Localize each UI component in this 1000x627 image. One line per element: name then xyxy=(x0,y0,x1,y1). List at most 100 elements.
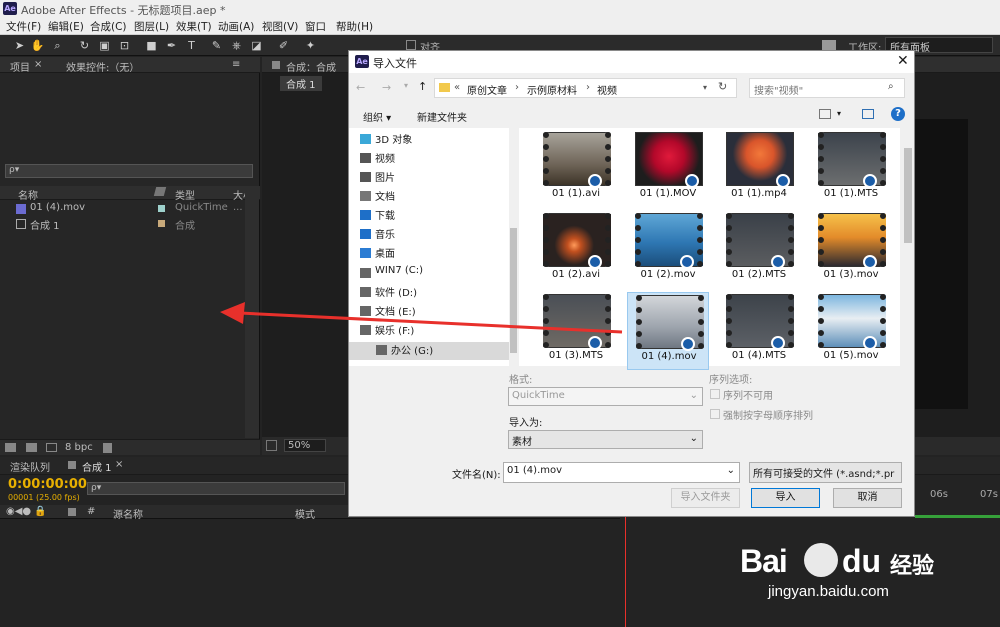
menu-file[interactable]: 文件(F) xyxy=(6,19,41,34)
puppet-tool-icon[interactable]: ✦ xyxy=(303,38,318,53)
up-icon[interactable]: ↑ xyxy=(418,80,427,93)
selection-tool-icon[interactable]: ➤ xyxy=(12,38,27,53)
file-item[interactable]: 01 (1).MOV xyxy=(627,130,709,208)
view-dropdown-icon[interactable]: ▾ xyxy=(837,109,841,118)
menu-view[interactable]: 视图(V) xyxy=(262,19,298,34)
tab-project-close-icon[interactable]: × xyxy=(34,59,42,70)
address-dropdown-icon[interactable]: ▾ xyxy=(703,83,707,92)
menu-composition[interactable]: 合成(C) xyxy=(90,19,127,34)
cancel-button[interactable]: 取消 xyxy=(833,488,902,508)
current-time-indicator[interactable] xyxy=(625,507,626,627)
timeline-search-input[interactable]: ρ▾ xyxy=(87,482,345,495)
brush-tool-icon[interactable]: ✎ xyxy=(209,38,224,53)
nav-item[interactable]: 图片 xyxy=(360,169,395,187)
new-folder-button[interactable]: 新建文件夹 xyxy=(417,109,467,124)
tab-project[interactable]: 项目 xyxy=(10,59,30,74)
menu-edit[interactable]: 编辑(E) xyxy=(48,19,84,34)
search-input[interactable]: 搜索"视频" ⌕ xyxy=(749,78,905,98)
col-type[interactable]: 类型 xyxy=(175,187,195,202)
filename-input[interactable]: 01 (4).mov ⌄ xyxy=(503,462,740,483)
file-scrollbar[interactable] xyxy=(902,128,914,366)
bit-depth[interactable]: 8 bpc xyxy=(65,442,93,453)
file-item[interactable]: 01 (2).MTS xyxy=(718,211,800,289)
import-button[interactable]: 导入 xyxy=(751,488,820,508)
file-item[interactable]: 01 (4).MTS xyxy=(718,292,800,370)
forward-icon[interactable]: → xyxy=(382,81,391,94)
tab-comp-1-timeline[interactable]: 合成 1 xyxy=(82,459,112,474)
menu-help[interactable]: 帮助(H) xyxy=(336,19,373,34)
address-bar[interactable]: « 原创文章 › 示例原材料 › 视频 ▾ ↻ xyxy=(434,78,737,98)
nav-item[interactable]: 下载 xyxy=(360,207,395,225)
project-scrollbar[interactable] xyxy=(245,186,259,438)
nav-item[interactable]: 音乐 xyxy=(360,226,395,244)
tab-render-queue[interactable]: 渲染队列 xyxy=(10,459,50,474)
col-name[interactable]: 名称 xyxy=(18,187,38,202)
file-item[interactable]: 01 (1).avi xyxy=(535,130,617,208)
refresh-icon[interactable]: ↻ xyxy=(718,80,727,93)
project-row[interactable]: 合成 1 合成 xyxy=(0,216,245,232)
visibility-icons[interactable]: ◉◀● 🔒 xyxy=(6,506,47,517)
project-row[interactable]: 01 (4).mov QuickTime ... xyxy=(0,201,245,216)
file-item[interactable]: 01 (2).avi xyxy=(535,211,617,289)
file-item[interactable]: 01 (2).mov xyxy=(627,211,709,289)
file-item[interactable]: 01 (1).MTS xyxy=(810,130,892,208)
project-search-input[interactable]: ρ▾ xyxy=(5,164,253,178)
new-composition-icon[interactable] xyxy=(46,443,57,452)
rectangle-tool-icon[interactable]: ■ xyxy=(144,38,159,53)
file-item[interactable]: 01 (3).MTS xyxy=(535,292,617,370)
file-item[interactable]: 01 (5).mov xyxy=(810,292,892,370)
work-area-bar[interactable] xyxy=(915,515,1000,518)
col-source-name[interactable]: 源名称 xyxy=(113,506,143,521)
clone-stamp-tool-icon[interactable]: ⎈ xyxy=(229,38,244,53)
breadcrumb-item[interactable]: 视频 xyxy=(597,82,617,97)
menu-window[interactable]: 窗口 xyxy=(305,19,326,34)
tab-comp-1[interactable]: 合成 1 xyxy=(280,76,322,91)
nav-item[interactable]: 娱乐 (F:) xyxy=(360,322,414,340)
tab-composition[interactable]: 合成：合成 xyxy=(286,59,336,74)
menu-effect[interactable]: 效果(T) xyxy=(176,19,212,34)
nav-scrollbar[interactable] xyxy=(509,128,519,366)
menu-layer[interactable]: 图层(L) xyxy=(134,19,169,34)
pan-behind-tool-icon[interactable]: ⊡ xyxy=(117,38,132,53)
interpret-footage-icon[interactable] xyxy=(5,443,16,452)
hand-tool-icon[interactable]: ✋ xyxy=(30,38,45,53)
view-options-icon[interactable] xyxy=(819,109,831,119)
type-tool-icon[interactable]: T xyxy=(184,38,199,53)
camera-tool-icon[interactable]: ▣ xyxy=(97,38,112,53)
panel-menu-icon[interactable]: ≡ xyxy=(232,59,240,70)
nav-item[interactable]: WIN7 (C:) xyxy=(360,265,423,283)
roto-brush-tool-icon[interactable]: ✐ xyxy=(276,38,291,53)
organize-button[interactable]: 组织 ▾ xyxy=(363,109,391,124)
always-preview-icon[interactable] xyxy=(266,440,277,451)
nav-item[interactable]: 视频 xyxy=(360,150,395,168)
file-item[interactable]: 01 (3).mov xyxy=(810,211,892,289)
preview-pane-icon[interactable] xyxy=(862,109,874,119)
nav-item[interactable]: 文档 xyxy=(360,188,395,206)
workspace-icon[interactable] xyxy=(822,40,836,50)
trash-icon[interactable] xyxy=(103,443,112,453)
recent-dropdown-icon[interactable]: ▾ xyxy=(404,81,408,90)
nav-item[interactable]: 软件 (D:) xyxy=(360,284,417,302)
rotate-tool-icon[interactable]: ↻ xyxy=(77,38,92,53)
help-icon[interactable]: ? xyxy=(891,107,905,121)
nav-item[interactable]: 文档 (E:) xyxy=(360,303,416,321)
tab-effect-controls[interactable]: 效果控件:（无） xyxy=(66,59,139,74)
breadcrumb-overflow[interactable]: « xyxy=(454,82,460,93)
menu-animation[interactable]: 动画(A) xyxy=(218,19,254,34)
nav-item[interactable]: 办公 (G:) xyxy=(349,342,509,360)
breadcrumb-item[interactable]: 原创文章 xyxy=(467,82,507,97)
nav-item[interactable]: 桌面 xyxy=(360,245,395,263)
file-item[interactable]: 01 (4).mov xyxy=(627,292,709,370)
close-icon[interactable]: ✕ xyxy=(897,53,909,69)
col-mode[interactable]: 模式 xyxy=(295,506,315,521)
breadcrumb-item[interactable]: 示例原材料 xyxy=(527,82,577,97)
file-type-select[interactable]: 所有可接受的文件 (*.asnd;*.pr xyxy=(749,462,902,483)
lock-icon[interactable] xyxy=(272,61,280,69)
align-checkbox[interactable] xyxy=(406,40,416,50)
nav-item[interactable]: 3D 对象 xyxy=(360,131,412,149)
import-as-select[interactable]: 素材 ⌄ xyxy=(508,430,703,449)
back-icon[interactable]: ← xyxy=(356,81,365,94)
zoom-select[interactable]: 50% xyxy=(284,439,326,452)
tab-close-icon[interactable]: × xyxy=(115,459,123,470)
file-item[interactable]: 01 (1).mp4 xyxy=(718,130,800,208)
